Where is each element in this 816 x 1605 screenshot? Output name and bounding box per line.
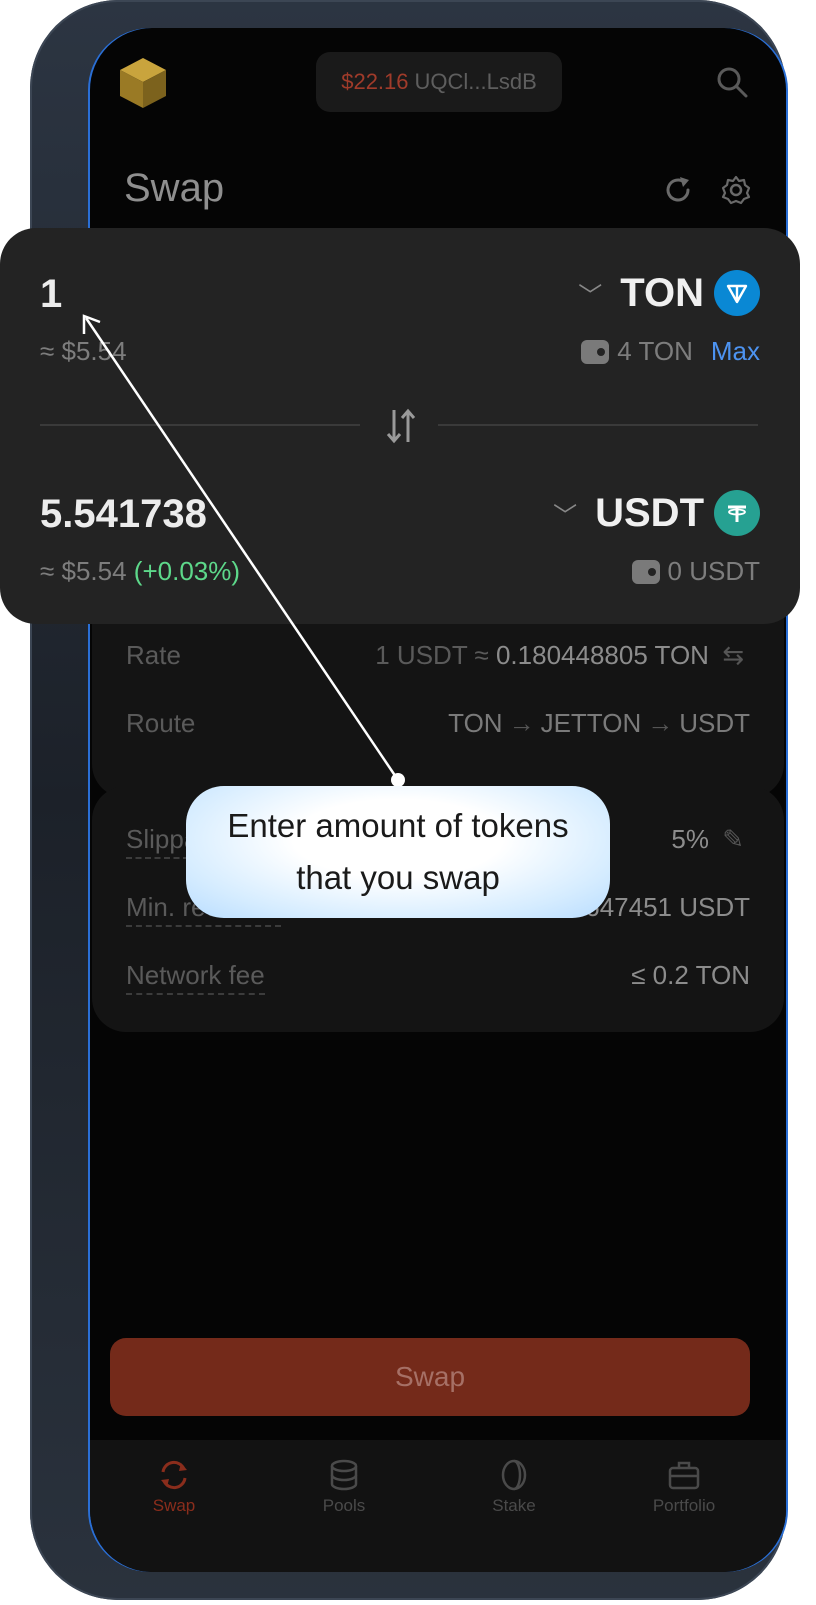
from-amount-input[interactable]: 1: [40, 272, 62, 317]
briefcase-icon: [668, 1461, 700, 1490]
network-fee-label: Network fee: [126, 960, 265, 995]
route-step: USDT: [679, 708, 750, 738]
ton-logo-icon: [714, 270, 760, 316]
usdt-logo-icon: [714, 490, 760, 536]
swap-input-panel: 1 ≈ $5.54 ﹀ TON 4 TON Max 5.541738 ≈ $5.…: [0, 228, 800, 624]
app-logo-cube-icon[interactable]: [118, 56, 168, 110]
from-token-name: TON: [620, 270, 704, 315]
to-amount-value[interactable]: 5.541738: [40, 492, 207, 537]
bottom-tab-bar: Swap Pools Stake Portfolio: [90, 1440, 786, 1572]
network-fee-row: Network fee ≤ 0.2 TON: [126, 960, 750, 995]
divider: [40, 424, 360, 426]
tab-label: Pools: [322, 1496, 366, 1515]
wallet-address: UQCl...LsdB: [414, 69, 537, 94]
swap-arrows-icon: [161, 1460, 187, 1490]
divider: [438, 424, 758, 426]
from-balance: 4 TON Max: [581, 336, 760, 367]
from-balance-value: 4 TON: [617, 336, 693, 366]
rate-label: Rate: [126, 640, 181, 670]
tooltip-text: Enter amount of tokens that you swap: [227, 807, 569, 896]
coins-stack-icon: [330, 1459, 358, 1491]
wallet-icon: [581, 339, 610, 364]
tab-label: Stake: [492, 1496, 536, 1515]
tab-stake[interactable]: Stake: [454, 1458, 574, 1516]
onboarding-tooltip: Enter amount of tokens that you swap: [186, 786, 610, 918]
swap-button[interactable]: Swap: [110, 1338, 750, 1416]
route-row: Route TON → JETTON → USDT: [126, 708, 750, 739]
route-label: Route: [126, 708, 196, 738]
rate-prefix: 1 USDT ≈: [375, 640, 489, 670]
route-arrow-icon: →: [508, 708, 535, 738]
slippage-value: 5%: [671, 824, 709, 854]
flip-direction-icon[interactable]: [384, 406, 418, 446]
rate-row: Rate 1 USDT ≈ 0.180448805 TON ⇆: [126, 640, 750, 671]
route-step: TON: [448, 708, 503, 738]
wallet-pill[interactable]: $22.16 UQCl...LsdB: [316, 52, 562, 112]
to-usd-value: ≈ $5.54 (+0.03%): [40, 556, 240, 587]
route-arrow-icon: →: [647, 708, 674, 738]
rate-value: 0.180448805 TON: [495, 640, 709, 670]
to-usd-amount: ≈ $5.54: [40, 556, 127, 586]
coin-icon: [501, 1459, 527, 1491]
from-token-selector[interactable]: ﹀ TON: [578, 270, 760, 316]
chevron-down-icon: ﹀: [578, 282, 603, 310]
tab-label: Portfolio: [652, 1496, 716, 1515]
refresh-icon[interactable]: [662, 174, 694, 206]
rate-swap-direction-icon[interactable]: ⇆: [722, 640, 744, 670]
from-usd-value: ≈ $5.54: [40, 336, 127, 366]
tab-label: Swap: [152, 1496, 196, 1515]
network-fee-value: ≤ 0.2 TON: [631, 960, 750, 990]
pencil-edit-icon[interactable]: ✎: [722, 824, 744, 854]
to-balance-value: 0 USDT: [667, 556, 760, 586]
settings-gear-icon[interactable]: [720, 174, 752, 206]
route-step: JETTON: [540, 708, 642, 738]
price-impact-change: (+0.03%): [133, 556, 241, 586]
to-token-selector[interactable]: ﹀ USDT: [553, 490, 760, 536]
search-icon[interactable]: [716, 66, 748, 98]
to-balance: 0 USDT: [631, 556, 760, 587]
max-button[interactable]: Max: [711, 336, 760, 367]
tab-portfolio[interactable]: Portfolio: [624, 1458, 744, 1516]
wallet-balance: $22.16: [341, 69, 409, 94]
to-token-name: USDT: [595, 490, 704, 535]
wallet-icon: [631, 559, 660, 584]
page-title: Swap: [124, 166, 225, 210]
tab-pools[interactable]: Pools: [284, 1458, 404, 1516]
chevron-down-icon: ﹀: [553, 502, 578, 530]
tab-swap[interactable]: Swap: [114, 1458, 234, 1516]
